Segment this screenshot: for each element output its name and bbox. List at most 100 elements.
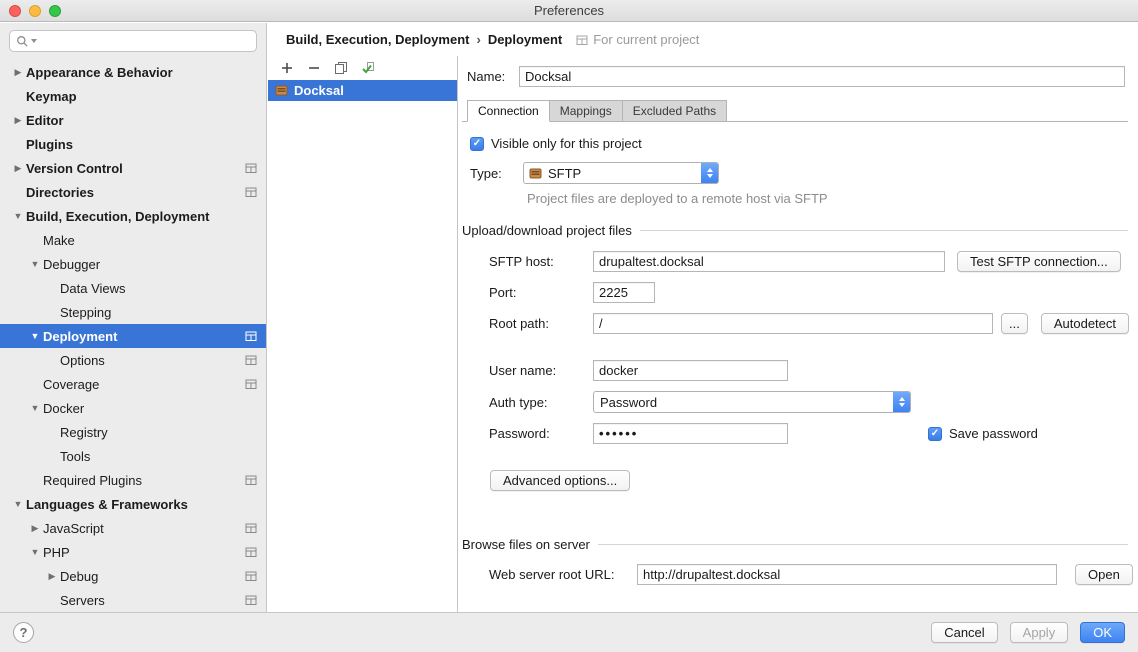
sidebar-item-servers[interactable]: Servers [0,588,266,612]
sidebar-item-label: Docker [43,401,84,416]
cancel-button[interactable]: Cancel [931,622,997,643]
web-root-input[interactable] [637,564,1057,585]
port-input[interactable] [593,282,655,303]
name-label: Name: [467,69,519,84]
use-as-default-check-icon [361,61,375,75]
search-icon [16,35,29,48]
copy-icon [334,61,348,75]
breadcrumb-separator-icon: › [476,32,480,47]
user-name-input[interactable] [593,360,788,381]
user-name-label: User name: [489,363,593,378]
sidebar-item-docker[interactable]: ▼Docker [0,396,266,420]
project-level-icon [245,378,257,390]
autodetect-button[interactable]: Autodetect [1041,313,1129,334]
auth-type-select[interactable]: Password [593,391,911,413]
chevron-right-icon[interactable]: ▶ [44,571,60,582]
sidebar-item-debug[interactable]: ▶Debug [0,564,266,588]
tab-connection[interactable]: Connection [467,100,550,122]
copy-server-button[interactable] [333,60,349,76]
apply-button[interactable]: Apply [1010,622,1069,643]
section-divider [598,544,1128,545]
sidebar-item-label: Editor [26,113,64,128]
test-sftp-connection-button[interactable]: Test SFTP connection... [957,251,1121,272]
sidebar-item-required-plugins[interactable]: Required Plugins [0,468,266,492]
chevron-down-icon[interactable]: ▼ [27,259,43,269]
web-root-label: Web server root URL: [489,567,637,582]
sidebar-item-coverage[interactable]: Coverage [0,372,266,396]
server-list-panel: Docksal [268,56,458,612]
settings-main-area: Build, Execution, Deployment › Deploymen… [268,23,1138,612]
chevron-down-icon[interactable]: ▼ [27,331,43,341]
chevron-right-icon[interactable]: ▶ [10,163,26,174]
server-list-item-docksal[interactable]: Docksal [268,80,457,101]
sidebar-item-make[interactable]: Make [0,228,266,252]
sidebar-item-label: Directories [26,185,94,200]
type-select[interactable]: SFTP [523,162,719,184]
project-level-icon [245,186,257,198]
sidebar-item-keymap[interactable]: Keymap [0,84,266,108]
section-divider [640,230,1128,231]
use-as-default-button[interactable] [360,60,376,76]
open-button[interactable]: Open [1075,564,1133,585]
sidebar-item-languages-frameworks[interactable]: ▼Languages & Frameworks [0,492,266,516]
sidebar-item-registry[interactable]: Registry [0,420,266,444]
sidebar-item-editor[interactable]: ▶Editor [0,108,266,132]
upload-section-header: Upload/download project files [462,223,1128,238]
sidebar-item-data-views[interactable]: Data Views [0,276,266,300]
breadcrumb: Build, Execution, Deployment › Deploymen… [268,23,1138,56]
add-server-button[interactable] [279,60,295,76]
settings-tree: ▶Appearance & BehaviorKeymap▶EditorPlugi… [0,60,266,612]
help-button[interactable]: ? [13,622,34,643]
browse-root-path-button[interactable]: ... [1001,313,1028,334]
browse-section-header: Browse files on server [462,537,1128,552]
auth-type-select-value: Password [600,395,893,410]
sidebar-item-label: Build, Execution, Deployment [26,209,209,224]
save-password-checkbox[interactable] [928,427,942,441]
breadcrumb-section[interactable]: Build, Execution, Deployment [286,32,469,47]
visible-only-checkbox[interactable] [470,137,484,151]
chevron-right-icon[interactable]: ▶ [10,115,26,126]
sftp-server-icon [529,167,542,180]
project-level-icon [245,354,257,366]
sidebar-item-directories[interactable]: Directories [0,180,266,204]
sidebar-item-label: Options [60,353,105,368]
root-path-input[interactable] [593,313,993,334]
sidebar-item-tools[interactable]: Tools [0,444,266,468]
titlebar: Preferences [0,0,1138,22]
password-input[interactable] [593,423,788,444]
sidebar-item-deployment[interactable]: ▼Deployment [0,324,266,348]
sidebar-item-stepping[interactable]: Stepping [0,300,266,324]
sidebar-item-version-control[interactable]: ▶Version Control [0,156,266,180]
save-password-label: Save password [949,426,1038,441]
project-level-icon [245,546,257,558]
advanced-options-button[interactable]: Advanced options... [490,470,630,491]
tab-strip: ConnectionMappingsExcluded Paths [462,99,1128,122]
chevron-down-icon[interactable]: ▼ [27,547,43,557]
scope-label: For current project [593,32,699,47]
chevron-down-icon[interactable]: ▼ [10,211,26,221]
sidebar-item-php[interactable]: ▼PHP [0,540,266,564]
settings-search-input[interactable] [41,34,250,49]
sidebar-item-label: Data Views [60,281,126,296]
sidebar-item-options[interactable]: Options [0,348,266,372]
chevron-down-icon[interactable]: ▼ [27,403,43,413]
tab-mappings[interactable]: Mappings [550,100,623,122]
chevron-right-icon[interactable]: ▶ [10,67,26,78]
chevron-right-icon[interactable]: ▶ [27,523,43,534]
sidebar-item-label: Make [43,233,75,248]
sftp-host-input[interactable] [593,251,945,272]
sidebar-item-javascript[interactable]: ▶JavaScript [0,516,266,540]
name-input[interactable] [519,66,1125,87]
dropdown-arrows-icon [701,163,718,183]
tab-excluded-paths[interactable]: Excluded Paths [623,100,727,122]
sidebar-item-debugger[interactable]: ▼Debugger [0,252,266,276]
ok-button[interactable]: OK [1080,622,1125,643]
sidebar-item-build-execution-deployment[interactable]: ▼Build, Execution, Deployment [0,204,266,228]
settings-search-box[interactable] [9,30,257,52]
sidebar-item-plugins[interactable]: Plugins [0,132,266,156]
sidebar-item-appearance-behavior[interactable]: ▶Appearance & Behavior [0,60,266,84]
chevron-down-icon[interactable]: ▼ [10,499,26,509]
remove-server-button[interactable] [306,60,322,76]
project-level-icon [245,522,257,534]
sidebar-item-label: Debugger [43,257,100,272]
